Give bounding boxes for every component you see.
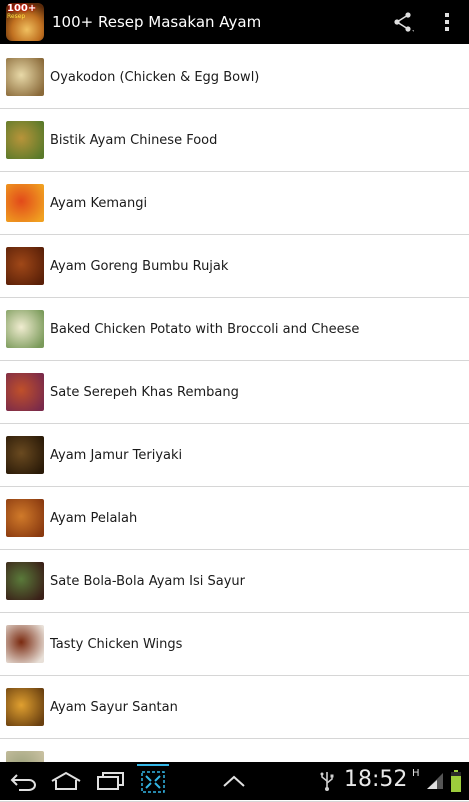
share-icon	[394, 12, 414, 32]
screenshot-button[interactable]	[132, 762, 174, 800]
status-clock: 18:52	[344, 767, 408, 792]
battery-icon	[451, 770, 461, 792]
signal-indicator	[424, 762, 446, 800]
up-button[interactable]	[216, 762, 252, 800]
recents-button[interactable]	[90, 762, 130, 800]
overflow-menu-button[interactable]	[425, 0, 469, 44]
recipe-thumbnail	[6, 373, 44, 411]
recipe-title: Sate Bola-Bola Ayam Isi Sayur	[50, 573, 246, 589]
recipe-list-item[interactable]: Sate Bola-Bola Ayam Isi Sayur	[0, 550, 469, 613]
network-type: H	[412, 768, 420, 779]
recipe-thumbnail	[6, 688, 44, 726]
recipe-list-item[interactable]: Bistik Ayam Chinese Food	[0, 109, 469, 172]
back-button[interactable]	[4, 762, 44, 800]
recipe-thumbnail	[6, 121, 44, 159]
recipe-title: Baked Chicken Potato with Broccoli and C…	[50, 321, 360, 337]
home-icon	[51, 771, 81, 790]
signal-icon	[427, 773, 443, 789]
overflow-menu-icon	[445, 13, 449, 31]
recipe-list: Oyakodon (Chicken & Egg Bowl) Bistik Ayam…	[0, 46, 469, 802]
usb-indicator	[316, 762, 338, 800]
recipe-title: Ayam Goreng Bumbu Rujak	[50, 258, 229, 274]
recipe-thumbnail	[6, 247, 44, 285]
action-bar: 100+ Resep 100+ Resep Masakan Ayam	[0, 0, 469, 44]
recipe-thumbnail	[6, 58, 44, 96]
app-icon[interactable]: 100+ Resep	[6, 3, 44, 41]
recipe-list-item[interactable]: Tasty Chicken Wings	[0, 613, 469, 676]
recipe-list-item[interactable]: Ayam Kemangi	[0, 172, 469, 235]
recipe-title: Tasty Chicken Wings	[50, 636, 183, 652]
system-navigation-bar: 18:52 H	[0, 762, 469, 800]
app-icon-badge-sub: Resep	[7, 13, 26, 20]
recipe-title: Sate Serepeh Khas Rembang	[50, 384, 239, 400]
recipe-thumbnail	[6, 562, 44, 600]
recipe-list-item[interactable]: Baked Chicken Potato with Broccoli and C…	[0, 298, 469, 361]
recipe-title: Oyakodon (Chicken & Egg Bowl)	[50, 69, 260, 85]
recipe-list-item[interactable]: Ayam Goreng Bumbu Rujak	[0, 235, 469, 298]
recipe-list-item[interactable]: Ayam Pelalah	[0, 487, 469, 550]
home-button[interactable]	[44, 762, 88, 800]
recipe-title: Bistik Ayam Chinese Food	[50, 132, 218, 148]
recipe-thumbnail	[6, 310, 44, 348]
recipe-title: Ayam Jamur Teriyaki	[50, 447, 183, 463]
recents-icon	[97, 772, 124, 790]
back-icon	[10, 774, 36, 791]
recipe-thumbnail	[6, 499, 44, 537]
recipe-list-item[interactable]: Ayam Sayur Santan	[0, 676, 469, 739]
recipe-thumbnail	[6, 184, 44, 222]
recipe-list-item[interactable]: Oyakodon (Chicken & Egg Bowl)	[0, 46, 469, 109]
recipe-list-item[interactable]: Sate Serepeh Khas Rembang	[0, 361, 469, 424]
recipe-thumbnail	[6, 436, 44, 474]
chevron-up-icon	[223, 775, 245, 787]
app-title: 100+ Resep Masakan Ayam	[52, 13, 262, 31]
recipe-list-item[interactable]: Ayam Jamur Teriyaki	[0, 424, 469, 487]
recipe-thumbnail	[6, 625, 44, 663]
recipe-title: Ayam Pelalah	[50, 510, 138, 526]
battery-indicator	[446, 762, 466, 800]
recipe-title: Ayam Sayur Santan	[50, 699, 178, 715]
usb-icon	[320, 772, 334, 791]
share-button[interactable]	[381, 0, 425, 44]
screenshot-icon	[137, 764, 169, 793]
recipe-title: Ayam Kemangi	[50, 195, 148, 211]
